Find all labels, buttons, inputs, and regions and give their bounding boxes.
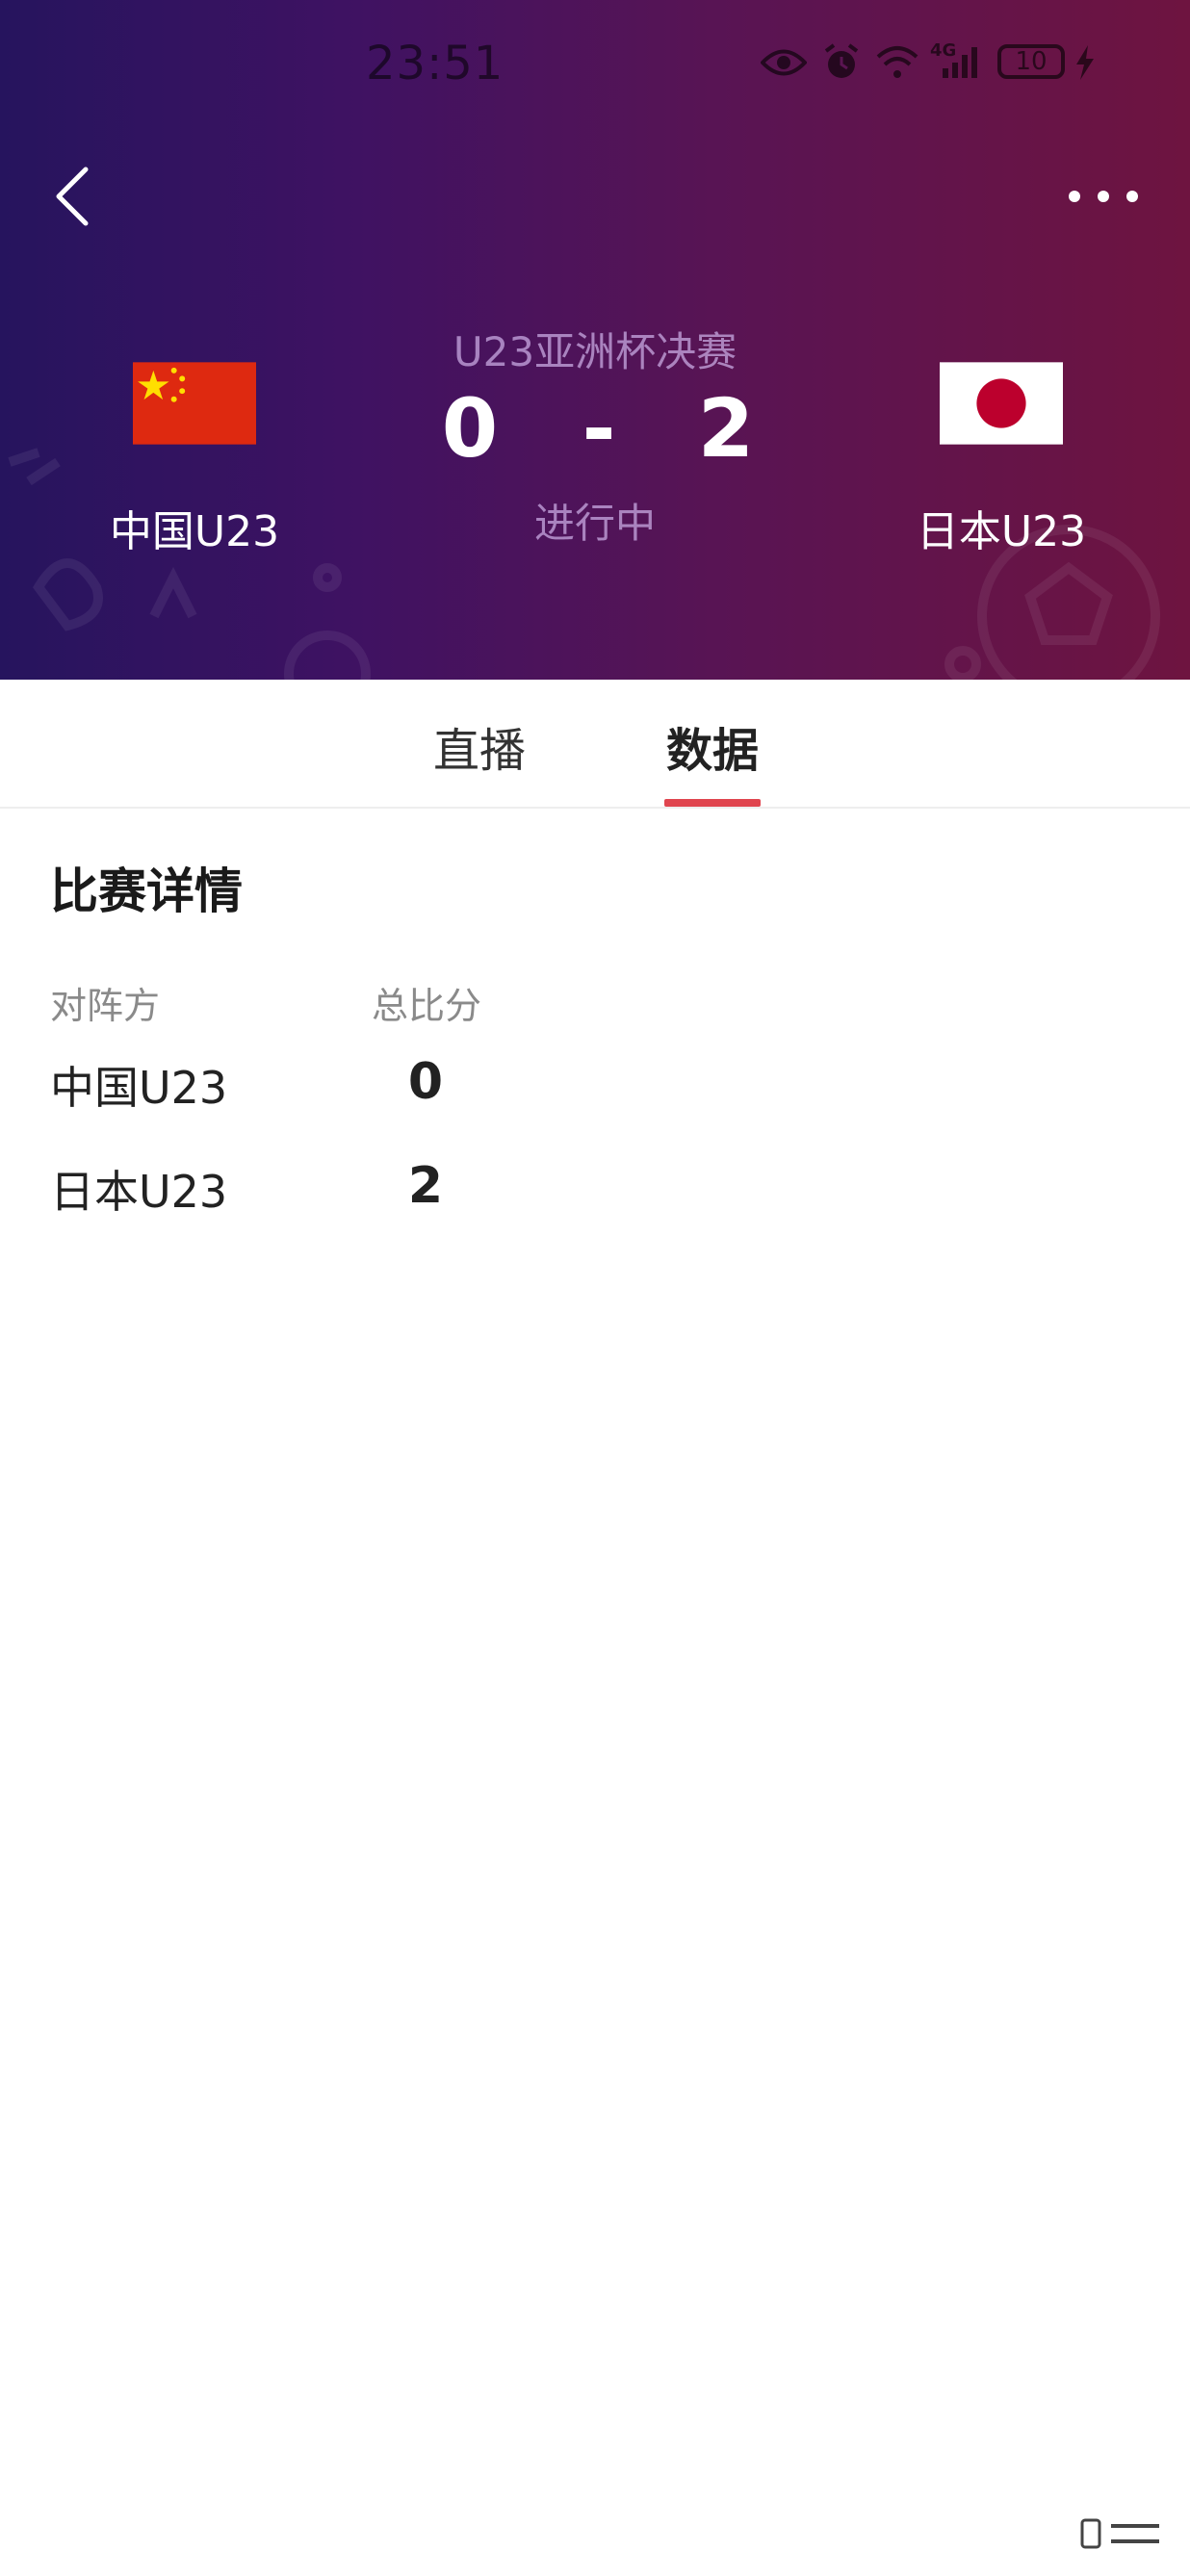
score-row: 0 - 2	[0, 381, 1190, 477]
battery-icon: 10	[997, 44, 1065, 79]
status-icons: 4G 10	[759, 39, 1144, 87]
tab-live[interactable]: 直播	[412, 712, 547, 780]
row-total-score: 0	[407, 1053, 444, 1111]
home-score: 0	[441, 381, 499, 476]
home-team-name[interactable]: 中国U23	[69, 497, 320, 558]
navigation-handle-icon[interactable]	[1078, 2514, 1165, 2553]
signal-icon	[940, 39, 980, 87]
more-horizontal-icon	[1069, 191, 1138, 202]
back-button[interactable]	[39, 158, 106, 235]
away-team-name[interactable]: 日本U23	[876, 497, 1126, 558]
column-header-total-score: 总比分	[372, 985, 482, 1027]
active-tab-indicator	[664, 799, 761, 807]
row-team-name: 日本U23	[50, 1166, 228, 1218]
more-options-button[interactable]	[1055, 169, 1151, 223]
row-team-name: 中国U23	[50, 1062, 228, 1114]
status-bar: 23:51 4G 10	[0, 0, 1190, 135]
charging-icon	[1073, 39, 1098, 87]
wifi-icon	[874, 39, 920, 87]
tab-data[interactable]: 数据	[645, 712, 780, 780]
chevron-left-icon	[56, 167, 89, 226]
section-title: 比赛详情	[50, 863, 243, 919]
eye-icon	[759, 39, 809, 87]
column-header-opponents: 对阵方	[50, 985, 161, 1027]
away-score: 2	[697, 381, 755, 476]
match-header: 23:51 4G 10 U23亚洲杯决赛 0 - 2 进行中 中国U23 日本U…	[0, 0, 1190, 680]
tab-bar: 直播 数据	[0, 680, 1190, 809]
status-time: 23:51	[366, 37, 504, 90]
score-separator: -	[582, 381, 616, 476]
row-total-score: 2	[407, 1157, 444, 1215]
alarm-icon	[820, 39, 863, 87]
